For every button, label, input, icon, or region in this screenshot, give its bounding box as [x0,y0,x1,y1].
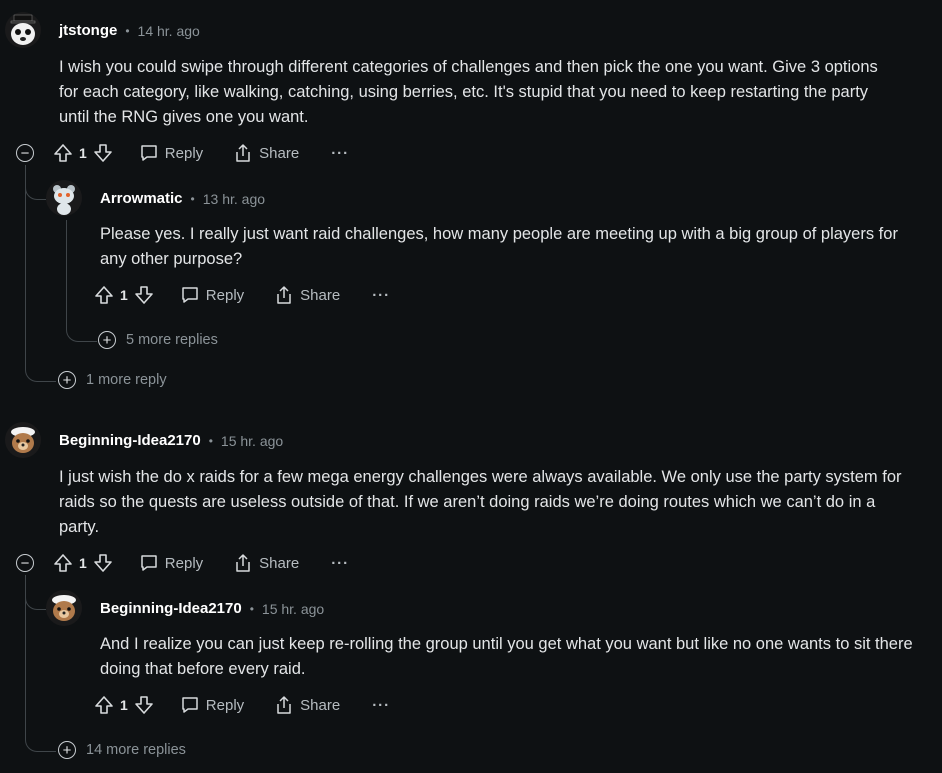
separator-dot: • [125,23,130,38]
bear-avatar-icon [46,590,82,626]
comment-actions: 1 Reply Share ··· [53,550,349,576]
share-label: Share [259,554,300,572]
vote-count: 1 [79,555,87,571]
comment-actions: 1 Reply Share ··· [94,692,390,718]
more-options-button[interactable]: ··· [331,555,349,572]
separator-dot: • [249,601,254,616]
comment-actions: 1 Reply Share ··· [94,282,390,308]
downvote-arrow-icon [93,554,112,572]
comment-body: I wish you could swipe through different… [59,58,878,126]
share-button[interactable]: Share [274,285,340,305]
comment-username[interactable]: jtstonge [59,22,117,39]
vote-count: 1 [120,287,128,303]
upvote-arrow-icon [95,696,113,714]
more-replies-label: 14 more replies [86,742,186,758]
upvote-button[interactable] [53,143,73,163]
vote-count: 1 [120,697,128,713]
reply-button[interactable]: Reply [139,553,203,573]
plus-circle-icon: + [58,371,76,389]
reply-button[interactable]: Reply [139,143,203,163]
speech-bubble-icon [141,145,157,161]
more-replies-label: 5 more replies [126,332,218,348]
more-replies-button[interactable]: + 14 more replies [58,741,186,759]
more-options-button[interactable]: ··· [372,697,390,714]
more-options-button[interactable]: ··· [331,145,349,162]
downvote-button[interactable] [93,143,113,163]
share-button[interactable]: Share [233,553,299,573]
speech-bubble-icon [141,555,157,571]
comment-timestamp[interactable]: 14 hr. ago [138,23,200,39]
reply-button[interactable]: Reply [180,285,244,305]
upvote-button[interactable] [53,553,73,573]
comment-timestamp[interactable]: 15 hr. ago [262,601,324,617]
downvote-button[interactable] [134,695,154,715]
downvote-button[interactable] [93,553,113,573]
speech-bubble-icon [182,287,198,303]
share-icon [236,144,250,162]
separator-dot: • [208,433,213,448]
comment-username[interactable]: Beginning-Idea2170 [100,600,242,617]
share-label: Share [300,696,341,714]
comment-body: Please yes. I really just want raid chal… [100,225,898,268]
more-replies-label: 1 more reply [86,372,167,388]
bear-avatar-icon [5,422,41,458]
share-label: Share [300,286,341,304]
share-icon [236,554,250,572]
share-button[interactable]: Share [233,143,299,163]
comment-actions: 1 Reply Share ··· [53,140,349,166]
reply-button[interactable]: Reply [180,695,244,715]
snoo-avatar-icon [46,180,82,216]
reply-label: Reply [205,286,245,304]
panda-avatar-icon [5,12,41,48]
upvote-arrow-icon [54,554,72,572]
share-icon [277,286,291,304]
reply-label: Reply [164,144,204,162]
more-replies-button[interactable]: + 5 more replies [98,331,218,349]
minus-circle-icon: − [20,144,30,162]
share-icon [277,696,291,714]
minus-circle-icon: − [20,554,30,572]
comment-username[interactable]: Beginning-Idea2170 [59,432,201,449]
avatar[interactable] [46,180,82,216]
comment-body: And I realize you can just keep re-rolli… [100,635,913,678]
upvote-button[interactable] [94,695,114,715]
avatar[interactable] [5,12,41,48]
downvote-button[interactable] [134,285,154,305]
upvote-arrow-icon [95,286,113,304]
downvote-arrow-icon [134,286,153,304]
plus-circle-icon: + [58,741,76,759]
reply-label: Reply [205,696,245,714]
downvote-arrow-icon [93,144,112,162]
collapse-thread-button[interactable]: − [16,144,34,162]
separator-dot: • [190,191,195,206]
comment-body: I just wish the do x raids for a few meg… [59,468,902,536]
avatar[interactable] [5,422,41,458]
downvote-arrow-icon [134,696,153,714]
speech-bubble-icon [182,697,198,713]
comment-username[interactable]: Arrowmatic [100,190,183,207]
collapse-thread-button[interactable]: − [16,554,34,572]
reply-label: Reply [164,554,204,572]
more-replies-button[interactable]: + 1 more reply [58,371,167,389]
plus-circle-icon: + [98,331,116,349]
more-options-button[interactable]: ··· [372,287,390,304]
vote-count: 1 [79,145,87,161]
share-button[interactable]: Share [274,695,340,715]
upvote-arrow-icon [54,144,72,162]
share-label: Share [259,144,300,162]
upvote-button[interactable] [94,285,114,305]
comment-timestamp[interactable]: 13 hr. ago [203,191,265,207]
avatar[interactable] [46,590,82,626]
comment-timestamp[interactable]: 15 hr. ago [221,433,283,449]
